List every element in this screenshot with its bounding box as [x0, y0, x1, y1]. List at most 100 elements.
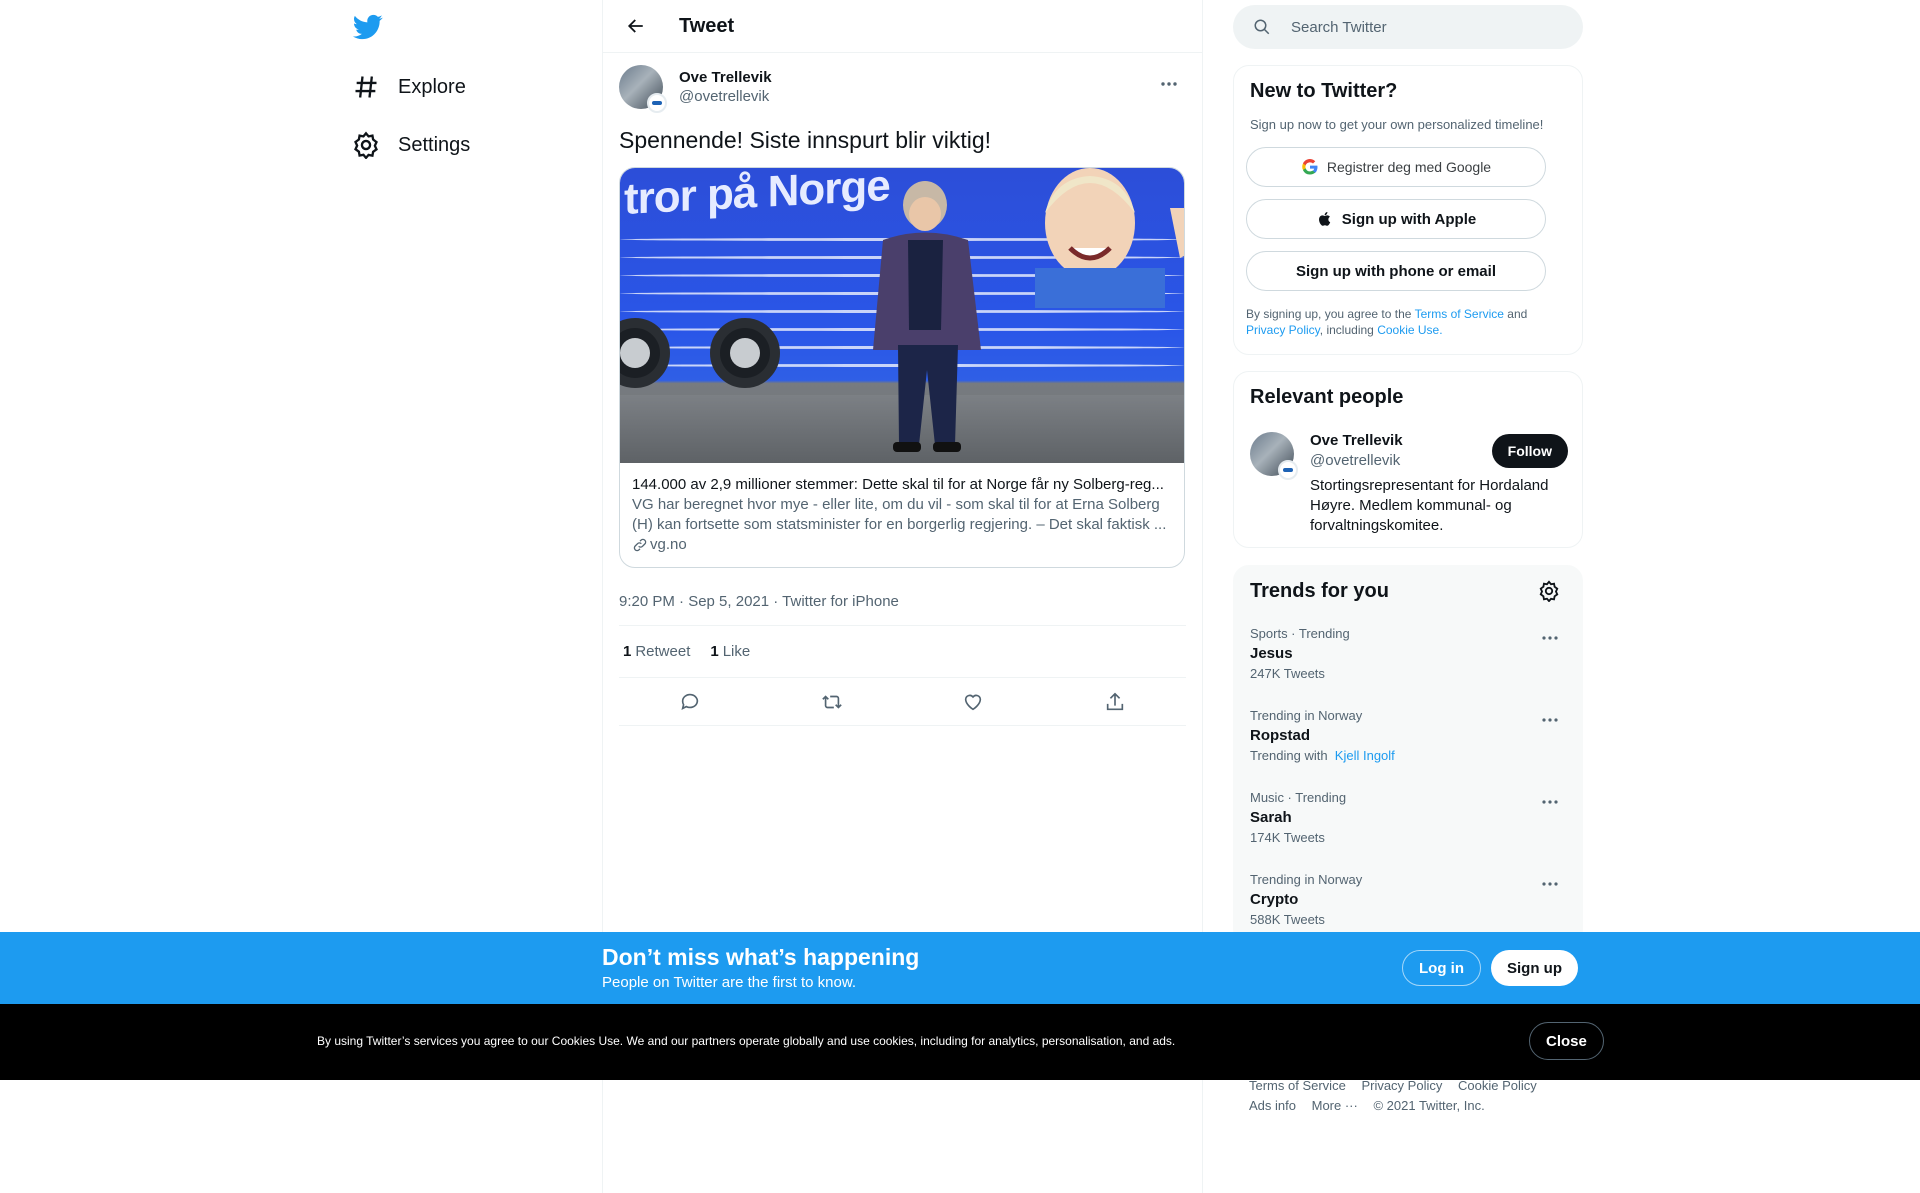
- like-stat-label: Like: [722, 643, 751, 660]
- tweet-author[interactable]: Ove Trellevik @ovetrellevik: [619, 65, 1186, 125]
- trend-context: Music · Trending: [1250, 790, 1347, 805]
- trend-name: Ropstad: [1250, 727, 1310, 744]
- promo-subtitle: People on Twitter are the first to know.: [602, 974, 857, 991]
- google-signup-button[interactable]: Registrer deg med Google: [1246, 147, 1546, 187]
- nav-settings[interactable]: Settings: [352, 121, 470, 169]
- relevant-people-title: Relevant people: [1250, 386, 1404, 408]
- search-box[interactable]: [1233, 5, 1583, 49]
- tweet-meta[interactable]: 9:20 PM · Sep 5, 2021 · Twitter for iPho…: [619, 586, 1186, 626]
- more-options-button[interactable]: [1152, 67, 1186, 101]
- cookie-banner: By using Twitter’s services you agree to…: [0, 1004, 1920, 1080]
- walking-person: [873, 181, 981, 452]
- cookie-use-link[interactable]: Cookie Use.: [1377, 323, 1442, 337]
- card-description: VG har beregnet hvor mye - eller lite, o…: [632, 496, 1167, 533]
- more-dots-icon[interactable]: [1540, 710, 1560, 730]
- person-handle[interactable]: @ovetrellevik: [1310, 452, 1400, 469]
- trend-context: Trending in Norway: [1250, 708, 1363, 723]
- privacy-policy-link[interactable]: Privacy Policy: [1246, 323, 1320, 337]
- terms-including: , including: [1319, 323, 1374, 337]
- reply-button[interactable]: [673, 685, 707, 719]
- trend-count: 247K Tweets: [1250, 666, 1325, 681]
- terms-of-service-link[interactable]: Terms of Service: [1415, 307, 1504, 321]
- card-body[interactable]: 144.000 av 2,9 millioner stemmer: Dette …: [620, 463, 1184, 567]
- tweet-actions: [619, 678, 1186, 726]
- person-name[interactable]: Ove Trellevik: [1310, 432, 1403, 449]
- trend-item[interactable]: Sports · Trending Jesus 247K Tweets: [1250, 626, 1568, 708]
- footer-link[interactable]: Cookie Policy: [1458, 1078, 1537, 1093]
- retweet-button[interactable]: [815, 685, 849, 719]
- card-image[interactable]: tror på Norge: [620, 168, 1184, 463]
- trends-settings-gear-icon[interactable]: [1538, 580, 1560, 602]
- copyright: © 2021 Twitter, Inc.: [1373, 1098, 1485, 1113]
- link-card[interactable]: tror på Norge 144.000 av 2,9 millioner s…: [619, 167, 1185, 568]
- terms-prefix: By signing up, you agree to the: [1246, 307, 1412, 321]
- trend-item[interactable]: Music · Trending Sarah 174K Tweets: [1250, 790, 1568, 872]
- person-bio: Stortingsrepresentant for Hordaland Høyr…: [1310, 477, 1549, 534]
- more-dots-icon[interactable]: [1540, 874, 1560, 894]
- more-dots-icon: [1161, 82, 1177, 86]
- apple-icon: [1318, 212, 1330, 226]
- trend-item[interactable]: Trending in Norway Ropstad Trending with…: [1250, 708, 1568, 790]
- more-dots-icon[interactable]: [1540, 792, 1560, 812]
- like-count: 1: [710, 643, 719, 660]
- retweet-icon: [821, 694, 842, 709]
- footer-link[interactable]: Terms of Service: [1249, 1078, 1346, 1093]
- share-icon: [1106, 692, 1124, 710]
- trend-name: Jesus: [1250, 645, 1293, 662]
- author-name[interactable]: Ove Trellevik: [679, 69, 772, 86]
- cookie-close-button[interactable]: Close: [1529, 1022, 1604, 1060]
- trend-name: Sarah: [1250, 809, 1292, 826]
- card-image-banner: tror på Norge: [624, 168, 890, 224]
- trend-context: Sports · Trending: [1250, 626, 1350, 641]
- google-icon: [1302, 158, 1318, 175]
- trend-with-label: Trending with: [1250, 748, 1328, 763]
- footer-more-link[interactable]: More ···: [1312, 1098, 1358, 1113]
- footer: Terms of Service Privacy Policy Cookie P…: [1249, 1076, 1569, 1116]
- tweet-stats: 1 Retweet 1 Like: [619, 626, 1186, 678]
- trends-title: Trends for you: [1250, 580, 1389, 602]
- follow-button[interactable]: Follow: [1491, 434, 1568, 468]
- login-button[interactable]: Log in: [1402, 950, 1481, 986]
- search-input[interactable]: [1291, 18, 1551, 36]
- retweet-count: 1: [623, 643, 632, 660]
- trend-name: Crypto: [1250, 891, 1299, 908]
- promo-title: Don’t miss what’s happening: [602, 944, 920, 970]
- relevant-people-panel: Relevant people Ove Trellevik @ovetrelle…: [1233, 371, 1583, 548]
- arrow-left-icon: [627, 19, 643, 33]
- author-handle[interactable]: @ovetrellevik: [679, 88, 772, 105]
- card-title[interactable]: 144.000 av 2,9 millioner stemmer: Dette …: [632, 475, 1172, 495]
- party-badge-icon: [647, 93, 667, 113]
- tweet: Ove Trellevik @ovetrellevik Spennende! S…: [603, 53, 1202, 726]
- apple-signup-button[interactable]: Sign up with Apple: [1246, 199, 1546, 239]
- person-avatar[interactable]: [1250, 432, 1298, 480]
- trends-panel: Trends for you Sports · Trending Jesus 2…: [1233, 565, 1583, 945]
- google-signup-label: Registrer deg med Google: [1326, 159, 1492, 175]
- header: Tweet: [603, 0, 1202, 53]
- like-stat[interactable]: 1 Like: [710, 643, 750, 660]
- retweet-stat[interactable]: 1 Retweet: [623, 643, 690, 660]
- search-icon: [1254, 19, 1270, 35]
- footer-link[interactable]: Privacy Policy: [1361, 1078, 1442, 1093]
- poster-face: [1035, 168, 1184, 308]
- trend-with-link[interactable]: Kjell Ingolf: [1335, 748, 1395, 763]
- apple-signup-label: Sign up with Apple: [1341, 210, 1477, 228]
- heart-icon: [965, 694, 982, 710]
- nav-settings-label: Settings: [398, 133, 471, 156]
- terms-and: and: [1507, 307, 1528, 321]
- more-dots-icon[interactable]: [1540, 628, 1560, 648]
- back-button[interactable]: [619, 9, 653, 43]
- nav-explore[interactable]: Explore: [352, 63, 466, 111]
- twitter-bird-icon[interactable]: [352, 12, 384, 42]
- trend-count: 588K Tweets: [1250, 912, 1325, 927]
- card-domain[interactable]: vg.no: [632, 535, 1172, 555]
- signup-button[interactable]: Sign up: [1491, 950, 1578, 986]
- like-button[interactable]: [956, 685, 990, 719]
- avatar[interactable]: [619, 65, 667, 113]
- signup-panel: New to Twitter? Sign up now to get your …: [1233, 65, 1583, 355]
- phone-email-signup-button[interactable]: Sign up with phone or email: [1246, 251, 1546, 291]
- signup-title: New to Twitter?: [1250, 80, 1398, 102]
- share-button[interactable]: [1098, 685, 1132, 719]
- retweet-stat-label: Retweet: [635, 643, 691, 660]
- footer-link[interactable]: Ads info: [1249, 1098, 1296, 1113]
- signup-subtitle: Sign up now to get your own personalized…: [1250, 117, 1544, 132]
